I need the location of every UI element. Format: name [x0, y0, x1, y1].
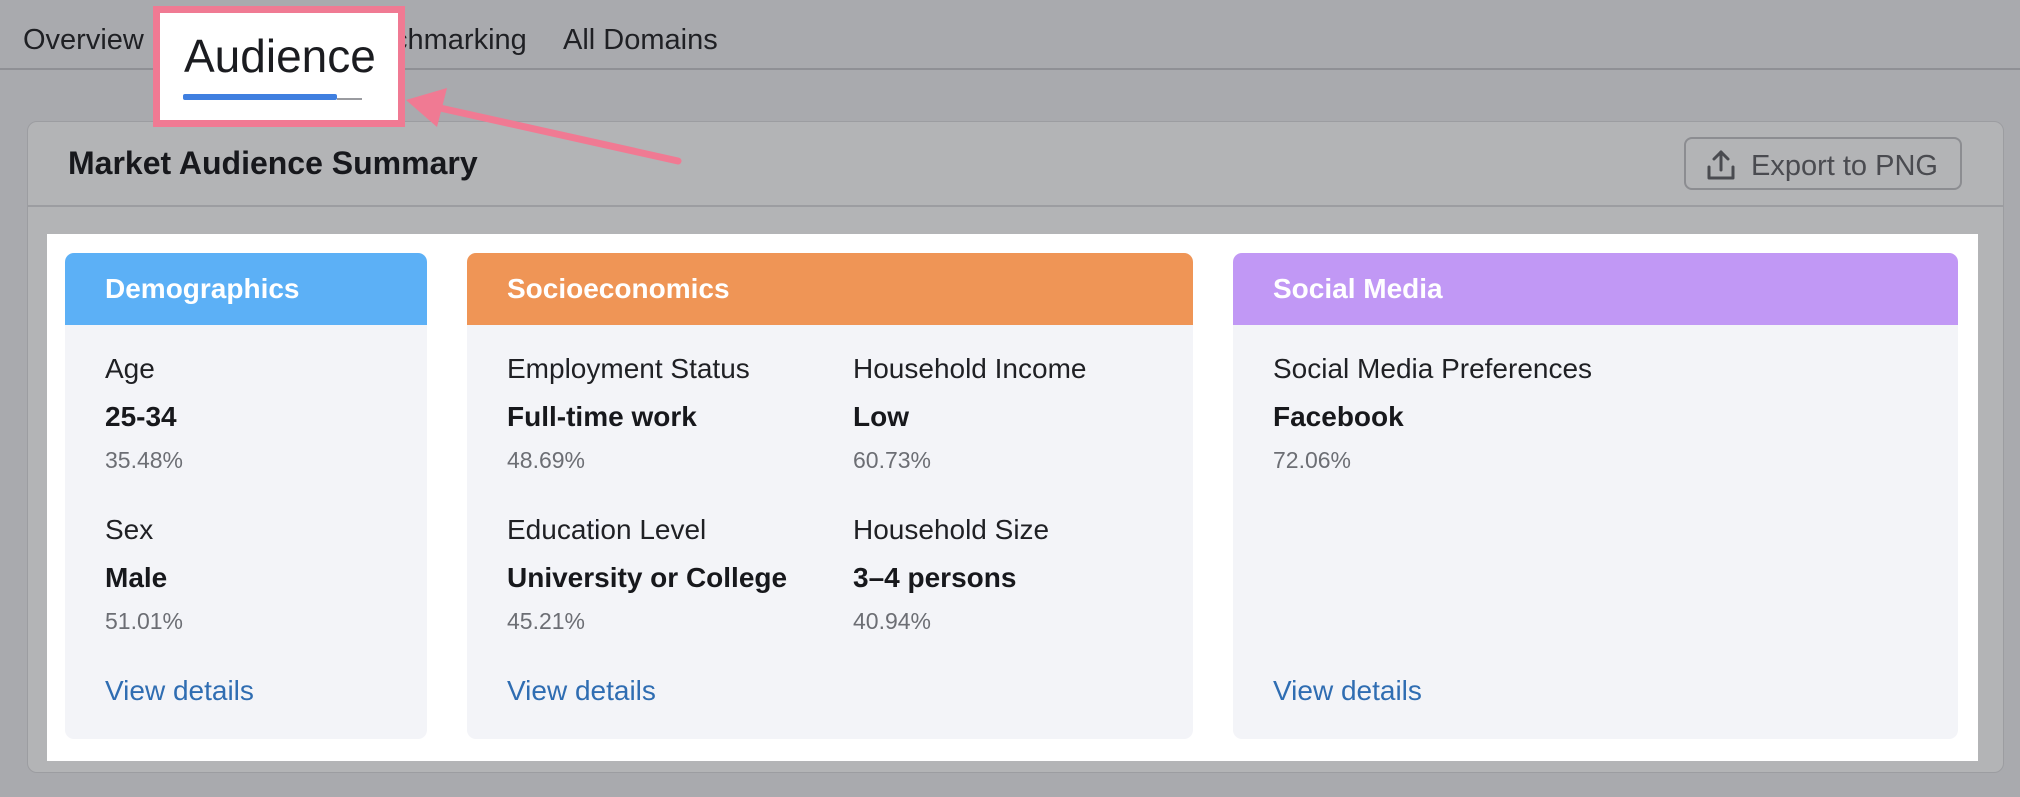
sex-label: Sex — [105, 514, 154, 545]
social-preferences-label: Social Media Preferences — [1273, 353, 1593, 384]
tab-audience-highlight[interactable]: Audience — [153, 6, 405, 127]
export-to-png-button[interactable]: Export to PNG — [1684, 137, 1962, 190]
upload-icon — [1707, 150, 1735, 180]
household-size-percent: 40.94% — [853, 608, 932, 634]
demographics-header: Demographics — [65, 253, 427, 325]
active-tab-indicator — [183, 94, 337, 100]
panel-title: Market Audience Summary — [68, 145, 478, 181]
socioeconomics-title: Socioeconomics — [507, 273, 730, 304]
tab-audience[interactable]: Audience — [184, 29, 376, 83]
page: Overview chmarking All Domains Market Au… — [0, 0, 2020, 797]
employment-value: Full-time work — [507, 401, 697, 432]
education-percent: 45.21% — [507, 608, 586, 634]
socioeconomics-header: Socioeconomics — [467, 253, 1193, 325]
education-label: Education Level — [507, 514, 707, 545]
household-size-value: 3–4 persons — [853, 562, 1017, 593]
age-label: Age — [105, 353, 155, 384]
social-media-card: Social Media Social Media Preferences Fa… — [1233, 253, 1958, 739]
panel-header: Market Audience Summary Export to PNG — [28, 122, 2003, 207]
age-value: 25-34 — [105, 401, 177, 432]
household-size-label: Household Size — [853, 514, 1050, 545]
employment-label: Employment Status — [507, 353, 750, 384]
social-preferences-percent: 72.06% — [1273, 447, 1352, 473]
demographics-card: Demographics Age 25-34 35.48% Sex Male 5… — [65, 253, 427, 739]
age-percent: 35.48% — [105, 447, 184, 473]
social-media-view-details-link[interactable]: View details — [1273, 675, 1422, 707]
socioeconomics-view-details-link[interactable]: View details — [507, 675, 656, 707]
tab-divider — [337, 98, 362, 100]
socioeconomics-card: Socioeconomics Employment Status Full-ti… — [467, 253, 1193, 739]
sex-percent: 51.01% — [105, 608, 184, 634]
income-percent: 60.73% — [853, 447, 932, 473]
employment-percent: 48.69% — [507, 447, 586, 473]
income-label: Household Income — [853, 353, 1087, 384]
sex-value: Male — [105, 562, 168, 593]
education-value: University or College — [507, 562, 788, 593]
social-preferences-value: Facebook — [1273, 401, 1404, 432]
tab-all-domains[interactable]: All Domains — [563, 24, 718, 57]
export-label: Export to PNG — [1751, 150, 1938, 182]
social-media-header: Social Media — [1233, 253, 1958, 325]
social-media-title: Social Media — [1273, 273, 1443, 304]
demographics-title: Demographics — [105, 273, 300, 304]
tab-benchmarking[interactable]: chmarking — [393, 24, 527, 57]
income-value: Low — [853, 401, 909, 432]
tab-overview[interactable]: Overview — [23, 24, 144, 57]
demographics-view-details-link[interactable]: View details — [105, 675, 254, 707]
